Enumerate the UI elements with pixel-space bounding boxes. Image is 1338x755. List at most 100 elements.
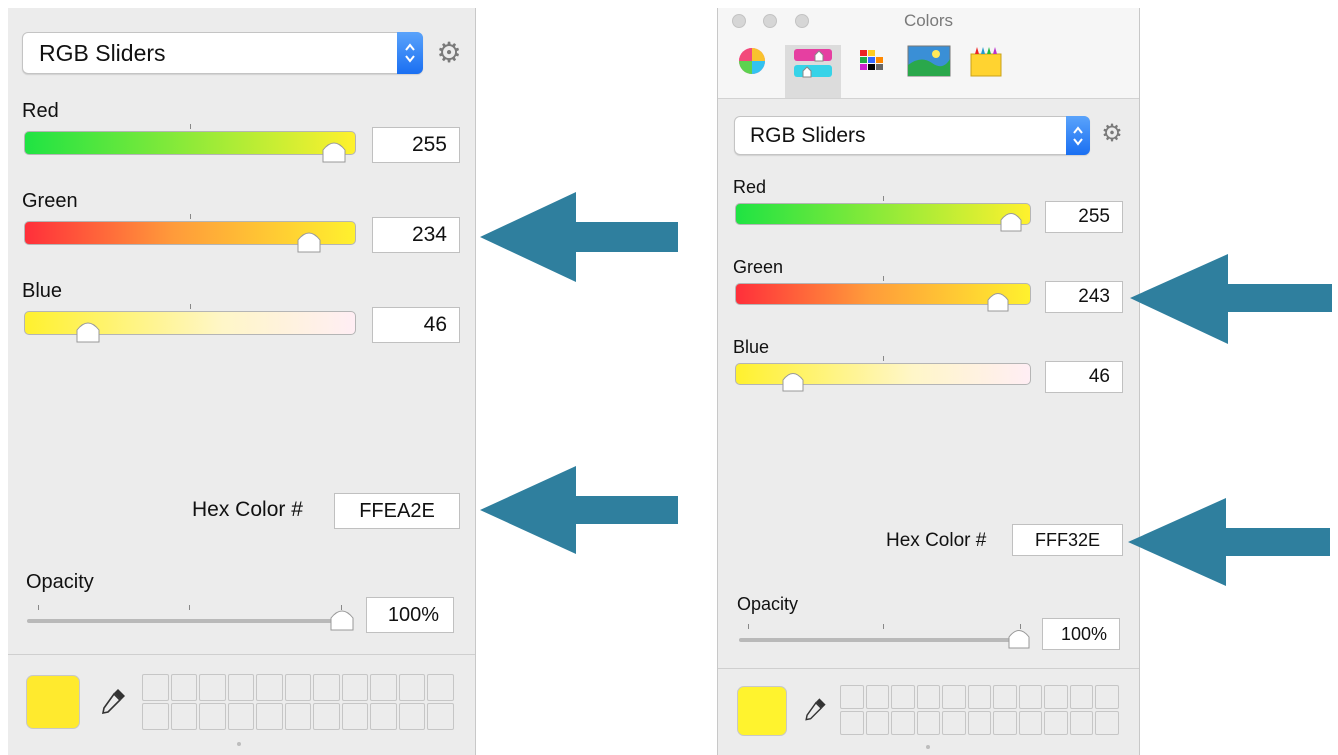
blue-value-field[interactable]: 46: [1045, 361, 1123, 393]
opacity-value-field[interactable]: 100%: [366, 597, 454, 633]
swatch-cell[interactable]: [840, 685, 864, 709]
swatch-cell[interactable]: [1069, 711, 1094, 735]
swatch-cell[interactable]: [313, 674, 340, 701]
color-mode-dropdown[interactable]: RGB Sliders: [22, 32, 423, 74]
opacity-slider-track[interactable]: [27, 605, 343, 623]
swatch-cell[interactable]: [1044, 685, 1068, 709]
hex-color-field[interactable]: FFEA2E: [334, 493, 460, 529]
swatch-cell[interactable]: [865, 685, 890, 709]
green-value-field[interactable]: 243: [1045, 281, 1123, 313]
current-color-swatch[interactable]: [737, 686, 787, 736]
eyedropper-icon[interactable]: [800, 694, 830, 729]
slider-label-red: Red: [733, 177, 767, 197]
swatch-cell[interactable]: [142, 674, 169, 701]
swatch-cell[interactable]: [891, 711, 915, 735]
red-slider-track[interactable]: [24, 124, 356, 155]
blue-slider-knob[interactable]: [76, 318, 100, 344]
swatch-cell[interactable]: [256, 674, 283, 701]
resize-handle[interactable]: [237, 742, 241, 746]
resize-handle[interactable]: [926, 745, 930, 749]
hex-color-field[interactable]: FFF32E: [1012, 524, 1123, 556]
swatch-cell[interactable]: [398, 703, 426, 730]
red-slider-track[interactable]: [735, 196, 1031, 225]
blue-slider-track[interactable]: [24, 304, 356, 335]
dropdown-stepper-icon[interactable]: [397, 32, 423, 74]
swatch-cell[interactable]: [142, 703, 169, 730]
swatch-cell[interactable]: [284, 703, 312, 730]
opacity-slider-knob[interactable]: [1008, 626, 1030, 650]
annotation-arrow-green-right: [1130, 254, 1332, 344]
opacity-slider-knob[interactable]: [330, 606, 354, 632]
slider-label-blue: Blue: [22, 280, 63, 302]
swatch-cell[interactable]: [199, 674, 226, 701]
swatch-cell[interactable]: [227, 703, 255, 730]
red-value-field[interactable]: 255: [1045, 201, 1123, 233]
swatch-cell[interactable]: [840, 711, 864, 735]
slider-tick: [190, 214, 191, 219]
swatch-cell[interactable]: [170, 703, 198, 730]
swatch-cell[interactable]: [313, 703, 340, 730]
gear-icon[interactable]: ⚙: [434, 38, 464, 68]
swatch-cell[interactable]: [398, 674, 426, 701]
green-value-field[interactable]: 234: [372, 217, 460, 253]
swatch-cell[interactable]: [993, 711, 1017, 735]
swatch-cell[interactable]: [1018, 685, 1043, 709]
red-value-field[interactable]: 255: [372, 127, 460, 163]
slider-label-green: Green: [733, 257, 784, 277]
swatch-cell[interactable]: [341, 674, 369, 701]
blue-value-field[interactable]: 46: [372, 307, 460, 343]
swatch-cell[interactable]: [993, 685, 1017, 709]
swatch-cell[interactable]: [1095, 711, 1119, 735]
color-sliders-icon[interactable]: [785, 45, 841, 98]
swatch-cell[interactable]: [341, 703, 369, 730]
divider: [718, 668, 1139, 669]
swatch-cell[interactable]: [370, 674, 397, 701]
annotation-arrow-green-left: [480, 192, 678, 282]
crayons-icon[interactable]: [968, 45, 1004, 77]
image-palettes-icon[interactable]: [906, 45, 952, 77]
color-mode-dropdown[interactable]: RGB Sliders: [734, 116, 1090, 155]
swatch-cell[interactable]: [942, 711, 966, 735]
gear-icon[interactable]: ⚙: [1099, 121, 1125, 147]
color-palettes-icon[interactable]: [854, 45, 890, 77]
dropdown-stepper-icon[interactable]: [1066, 116, 1090, 155]
swatch-cell[interactable]: [284, 674, 312, 701]
swatch-cell[interactable]: [891, 685, 915, 709]
color-picker-panel-right: Colors RGB Sliders ⚙ Red 255 Green 243 B…: [717, 8, 1140, 755]
color-swatch-grid[interactable]: [142, 674, 454, 730]
green-slider-knob[interactable]: [297, 228, 321, 254]
opacity-value-field[interactable]: 100%: [1042, 618, 1120, 650]
green-slider-knob[interactable]: [987, 289, 1009, 313]
swatch-cell[interactable]: [170, 674, 198, 701]
red-slider-knob[interactable]: [1000, 209, 1022, 233]
opacity-slider-track[interactable]: [739, 624, 1021, 642]
red-slider-knob[interactable]: [322, 138, 346, 164]
swatch-cell[interactable]: [227, 674, 255, 701]
window-title: Colors: [903, 11, 954, 30]
swatch-cell[interactable]: [427, 674, 454, 701]
swatch-cell[interactable]: [865, 711, 890, 735]
slider-tick: [190, 124, 191, 129]
color-swatch-grid[interactable]: [840, 685, 1119, 735]
slider-tick: [883, 356, 884, 361]
swatch-cell[interactable]: [427, 703, 454, 730]
swatch-cell[interactable]: [916, 685, 941, 709]
swatch-cell[interactable]: [967, 685, 992, 709]
swatch-cell[interactable]: [967, 711, 992, 735]
slider-label-red: Red: [22, 100, 59, 122]
blue-slider-track[interactable]: [735, 356, 1031, 385]
swatch-cell[interactable]: [256, 703, 283, 730]
blue-slider-knob[interactable]: [782, 369, 804, 393]
swatch-cell[interactable]: [942, 685, 966, 709]
eyedropper-icon[interactable]: [96, 684, 130, 723]
color-wheel-icon[interactable]: [734, 45, 770, 77]
swatch-cell[interactable]: [1095, 685, 1119, 709]
swatch-cell[interactable]: [1044, 711, 1068, 735]
swatch-cell[interactable]: [1069, 685, 1094, 709]
swatch-cell[interactable]: [370, 703, 397, 730]
swatch-cell[interactable]: [1018, 711, 1043, 735]
slider-label-green: Green: [22, 190, 78, 212]
swatch-cell[interactable]: [916, 711, 941, 735]
swatch-cell[interactable]: [199, 703, 226, 730]
current-color-swatch[interactable]: [26, 675, 80, 729]
